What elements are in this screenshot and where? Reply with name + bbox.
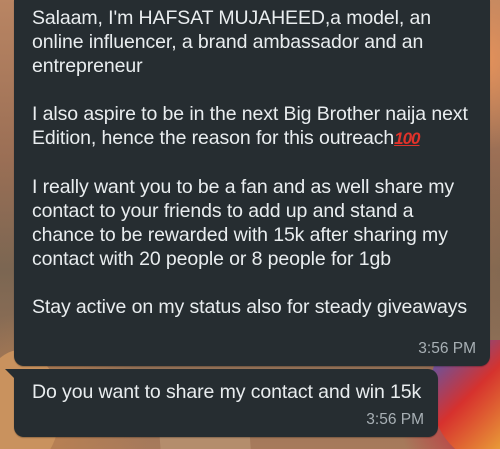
- incoming-message-bubble[interactable]: Salaam, I'm HAFSAT MUJAHEED,a model, an …: [14, 0, 490, 366]
- message-paragraph: I really want you to be a fan and as wel…: [32, 176, 455, 270]
- message-text: Salaam, I'm HAFSAT MUJAHEED,a model, an …: [32, 6, 476, 319]
- message-paragraph: I also aspire to be in the next Big Brot…: [32, 102, 476, 151]
- message-text: Do you want to share my contact and win …: [32, 380, 424, 404]
- message-timestamp: 3:56 PM: [418, 340, 476, 357]
- message-paragraph: Do you want to share my contact and win …: [32, 381, 422, 403]
- incoming-message-bubble[interactable]: Do you want to share my contact and win …: [5, 369, 438, 437]
- message-paragraph: Stay active on my status also for steady…: [32, 296, 468, 318]
- message-paragraph: Salaam, I'm HAFSAT MUJAHEED,a model, an …: [32, 7, 431, 77]
- hundred-points-emoji: 100: [394, 129, 420, 148]
- message-timestamp: 3:56 PM: [366, 411, 424, 428]
